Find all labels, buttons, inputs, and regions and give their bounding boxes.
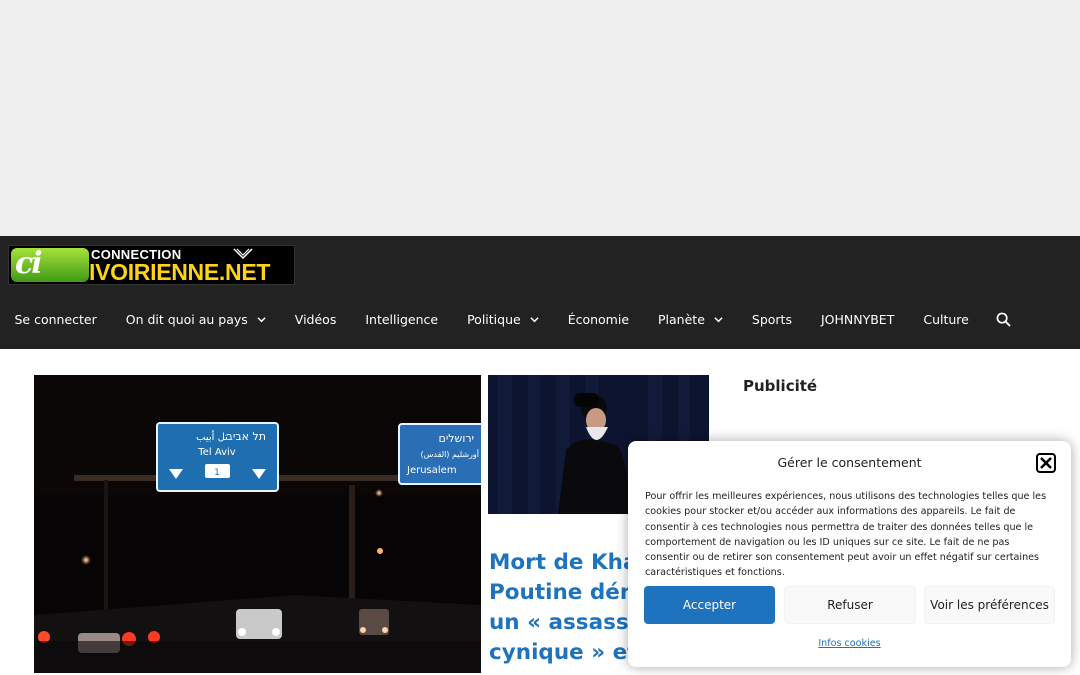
close-icon[interactable] [1036, 453, 1056, 473]
search-button[interactable] [983, 299, 1023, 339]
nav-label: Culture [923, 311, 969, 327]
nav-label: Planète [658, 311, 705, 327]
sidebar-widget-title: Publicité [743, 377, 818, 395]
nav-item-economie[interactable]: Économie [553, 299, 643, 339]
nav-item-planete[interactable]: Planète [644, 299, 738, 339]
ad-banner [0, 0, 1080, 236]
chevron-down-icon [257, 316, 266, 322]
nav-item-politique[interactable]: Politique [453, 299, 554, 339]
sign-jerusalem-arabic: أورشليم (القدس) [421, 449, 480, 459]
nav-item-videos[interactable]: Vidéos [280, 299, 351, 339]
nav-label: On dit quoi au pays [125, 311, 248, 327]
nav-label: JOHNNYBET [820, 311, 895, 327]
nav-label: Vidéos [294, 311, 337, 327]
main-nav: Se connecter On dit quoi au pays Vidéos … [0, 299, 1023, 339]
nav-label: Sports [751, 311, 792, 327]
logo-chevron-icon [233, 248, 253, 260]
nav-label: Se connecter [14, 311, 97, 327]
nav-item-johnnybet[interactable]: JOHNNYBET [806, 299, 908, 339]
preferences-button[interactable]: Voir les préférences [924, 586, 1055, 624]
highway-night-photo: תל אביב تل أبيب Tel Aviv 1 ירושלים أورشل… [34, 375, 481, 673]
site-logo[interactable]: ci CONNECTION IVOIRIENNE.NET [8, 245, 295, 285]
sign-tel-aviv-en: Tel Aviv [197, 447, 235, 458]
refuse-button[interactable]: Refuser [784, 586, 916, 624]
logo-mark: ci [11, 246, 89, 282]
nav-item-se-connecter[interactable]: Se connecter [0, 299, 111, 339]
consent-body: Pour offrir les meilleures expériences, … [645, 491, 1047, 579]
sign-jerusalem-en: Jerusalem [406, 465, 457, 476]
cookie-info-link[interactable]: Infos cookies [628, 638, 1071, 649]
sign-tel-aviv-arabic: تل أبيب [196, 430, 228, 443]
search-icon [996, 312, 1011, 327]
logo-mark-text: ci [15, 246, 43, 281]
consent-title: Gérer le consentement [777, 455, 922, 470]
cookie-consent-dialog: Gérer le consentement Pour offrir les me… [628, 441, 1071, 667]
chevron-down-icon [530, 316, 539, 322]
nav-item-sports[interactable]: Sports [737, 299, 806, 339]
sign-jerusalem-hebrew: ירושלים [439, 432, 474, 445]
chevron-down-icon [714, 316, 723, 322]
nav-label: Intelligence [365, 311, 439, 327]
nav-label: Politique [467, 311, 521, 327]
accept-button[interactable]: Accepter [644, 586, 775, 624]
sign-route-number: 1 [214, 468, 220, 478]
site-header: ci CONNECTION IVOIRIENNE.NET Se connecte… [0, 236, 1080, 349]
sign-tel-aviv-hebrew: תל אביב [226, 430, 266, 443]
nav-label: Économie [567, 311, 630, 327]
nav-item-on-dit-quoi-au-pays[interactable]: On dit quoi au pays [111, 299, 280, 339]
logo-line2: IVOIRIENNE.NET [89, 259, 271, 285]
nav-item-intelligence[interactable]: Intelligence [351, 299, 453, 339]
featured-image-tel-aviv[interactable]: תל אביב تل أبيب Tel Aviv 1 ירושלים أورشل… [34, 375, 481, 673]
nav-item-culture[interactable]: Culture [909, 299, 984, 339]
